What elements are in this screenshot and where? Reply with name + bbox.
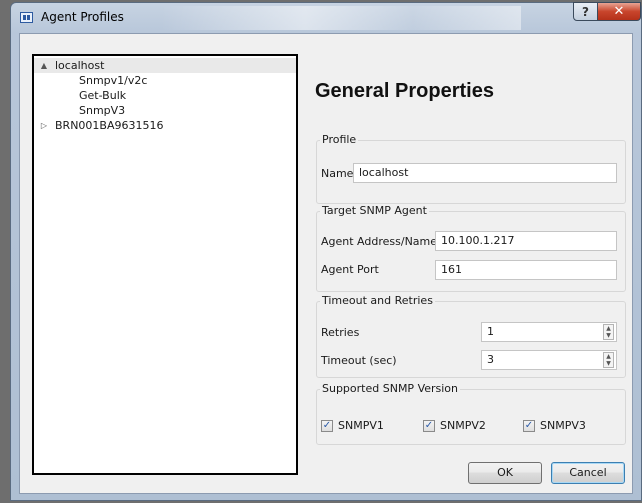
title-bar-glass [161,6,521,30]
spin-arrows-icon[interactable]: ▲ ▼ [603,324,614,340]
ok-button[interactable]: OK [468,462,542,484]
group-legend: Timeout and Retries [320,294,435,307]
retries-value: 1 [487,325,494,338]
cancel-button[interactable]: Cancel [551,462,625,484]
properties-panel: General Properties Profile Name localhos… [308,34,628,493]
tree-item-label: Snmpv1/v2c [79,74,148,87]
tree-item-brn001ba9631516[interactable]: ▷ BRN001BA9631516 [34,118,296,133]
tree-item-localhost[interactable]: ▲ localhost [34,58,296,73]
agent-address-field[interactable]: 10.100.1.217 [435,231,617,251]
timeout-value: 3 [487,353,494,366]
checkmark-icon[interactable]: ✓ [423,420,435,432]
profile-group: Profile Name localhost [316,133,626,204]
retries-label: Retries [321,326,360,339]
group-legend: Supported SNMP Version [320,382,461,395]
tree-item-label: BRN001BA9631516 [55,119,164,132]
group-legend: Target SNMP Agent [320,204,429,217]
title-bar[interactable]: Agent Profiles ? ✕ [11,2,641,33]
timeout-label: Timeout (sec) [321,354,397,367]
profile-tree[interactable]: ▲ localhost Snmpv1/v2c Get-Bulk SnmpV3 ▷… [32,54,298,475]
help-button[interactable]: ? [573,2,598,21]
expand-arrow-icon[interactable]: ▷ [40,118,48,133]
app-icon [20,12,33,23]
target-agent-group: Target SNMP Agent Agent Address/Name 10.… [316,204,626,292]
spin-arrows-icon[interactable]: ▲ ▼ [603,352,614,368]
agent-port-field[interactable]: 161 [435,260,617,280]
close-button[interactable]: ✕ [597,2,641,21]
timeout-stepper[interactable]: 3 ▲ ▼ [481,350,617,370]
agent-address-label: Agent Address/Name [321,235,438,248]
page-title: General Properties [315,80,494,102]
checkbox-label: SNMPV1 [338,419,384,432]
close-icon: ✕ [613,4,625,19]
checkbox-label: SNMPV2 [440,419,486,432]
tree-item-label: localhost [55,59,105,72]
tree-item-snmpv3[interactable]: SnmpV3 [34,103,296,118]
window-title: Agent Profiles [41,10,124,24]
snmp-version-group: Supported SNMP Version ✓ SNMPV1 ✓ SNMPV2… [316,382,626,445]
tree-item-label: SnmpV3 [79,104,126,117]
agent-port-label: Agent Port [321,263,379,276]
checkmark-icon[interactable]: ✓ [321,420,333,432]
name-label: Name [321,167,354,180]
timeout-retries-group: Timeout and Retries Retries 1 ▲ ▼ Timeout… [316,294,626,378]
dialog-window: Agent Profiles ? ✕ ▲ localhost Snmpv1/v2… [10,2,642,501]
retries-stepper[interactable]: 1 ▲ ▼ [481,322,617,342]
checkmark-icon[interactable]: ✓ [523,420,535,432]
group-legend: Profile [320,133,359,146]
collapse-arrow-icon[interactable]: ▲ [40,58,48,73]
tree-item-snmpv1-v2c[interactable]: Snmpv1/v2c [34,73,296,88]
tree-item-label: Get-Bulk [79,89,127,102]
checkbox-label: SNMPV3 [540,419,586,432]
dialog-client-area: ▲ localhost Snmpv1/v2c Get-Bulk SnmpV3 ▷… [19,33,633,494]
tree-item-get-bulk[interactable]: Get-Bulk [34,88,296,103]
help-icon: ? [582,4,589,19]
name-field[interactable]: localhost [353,163,617,183]
